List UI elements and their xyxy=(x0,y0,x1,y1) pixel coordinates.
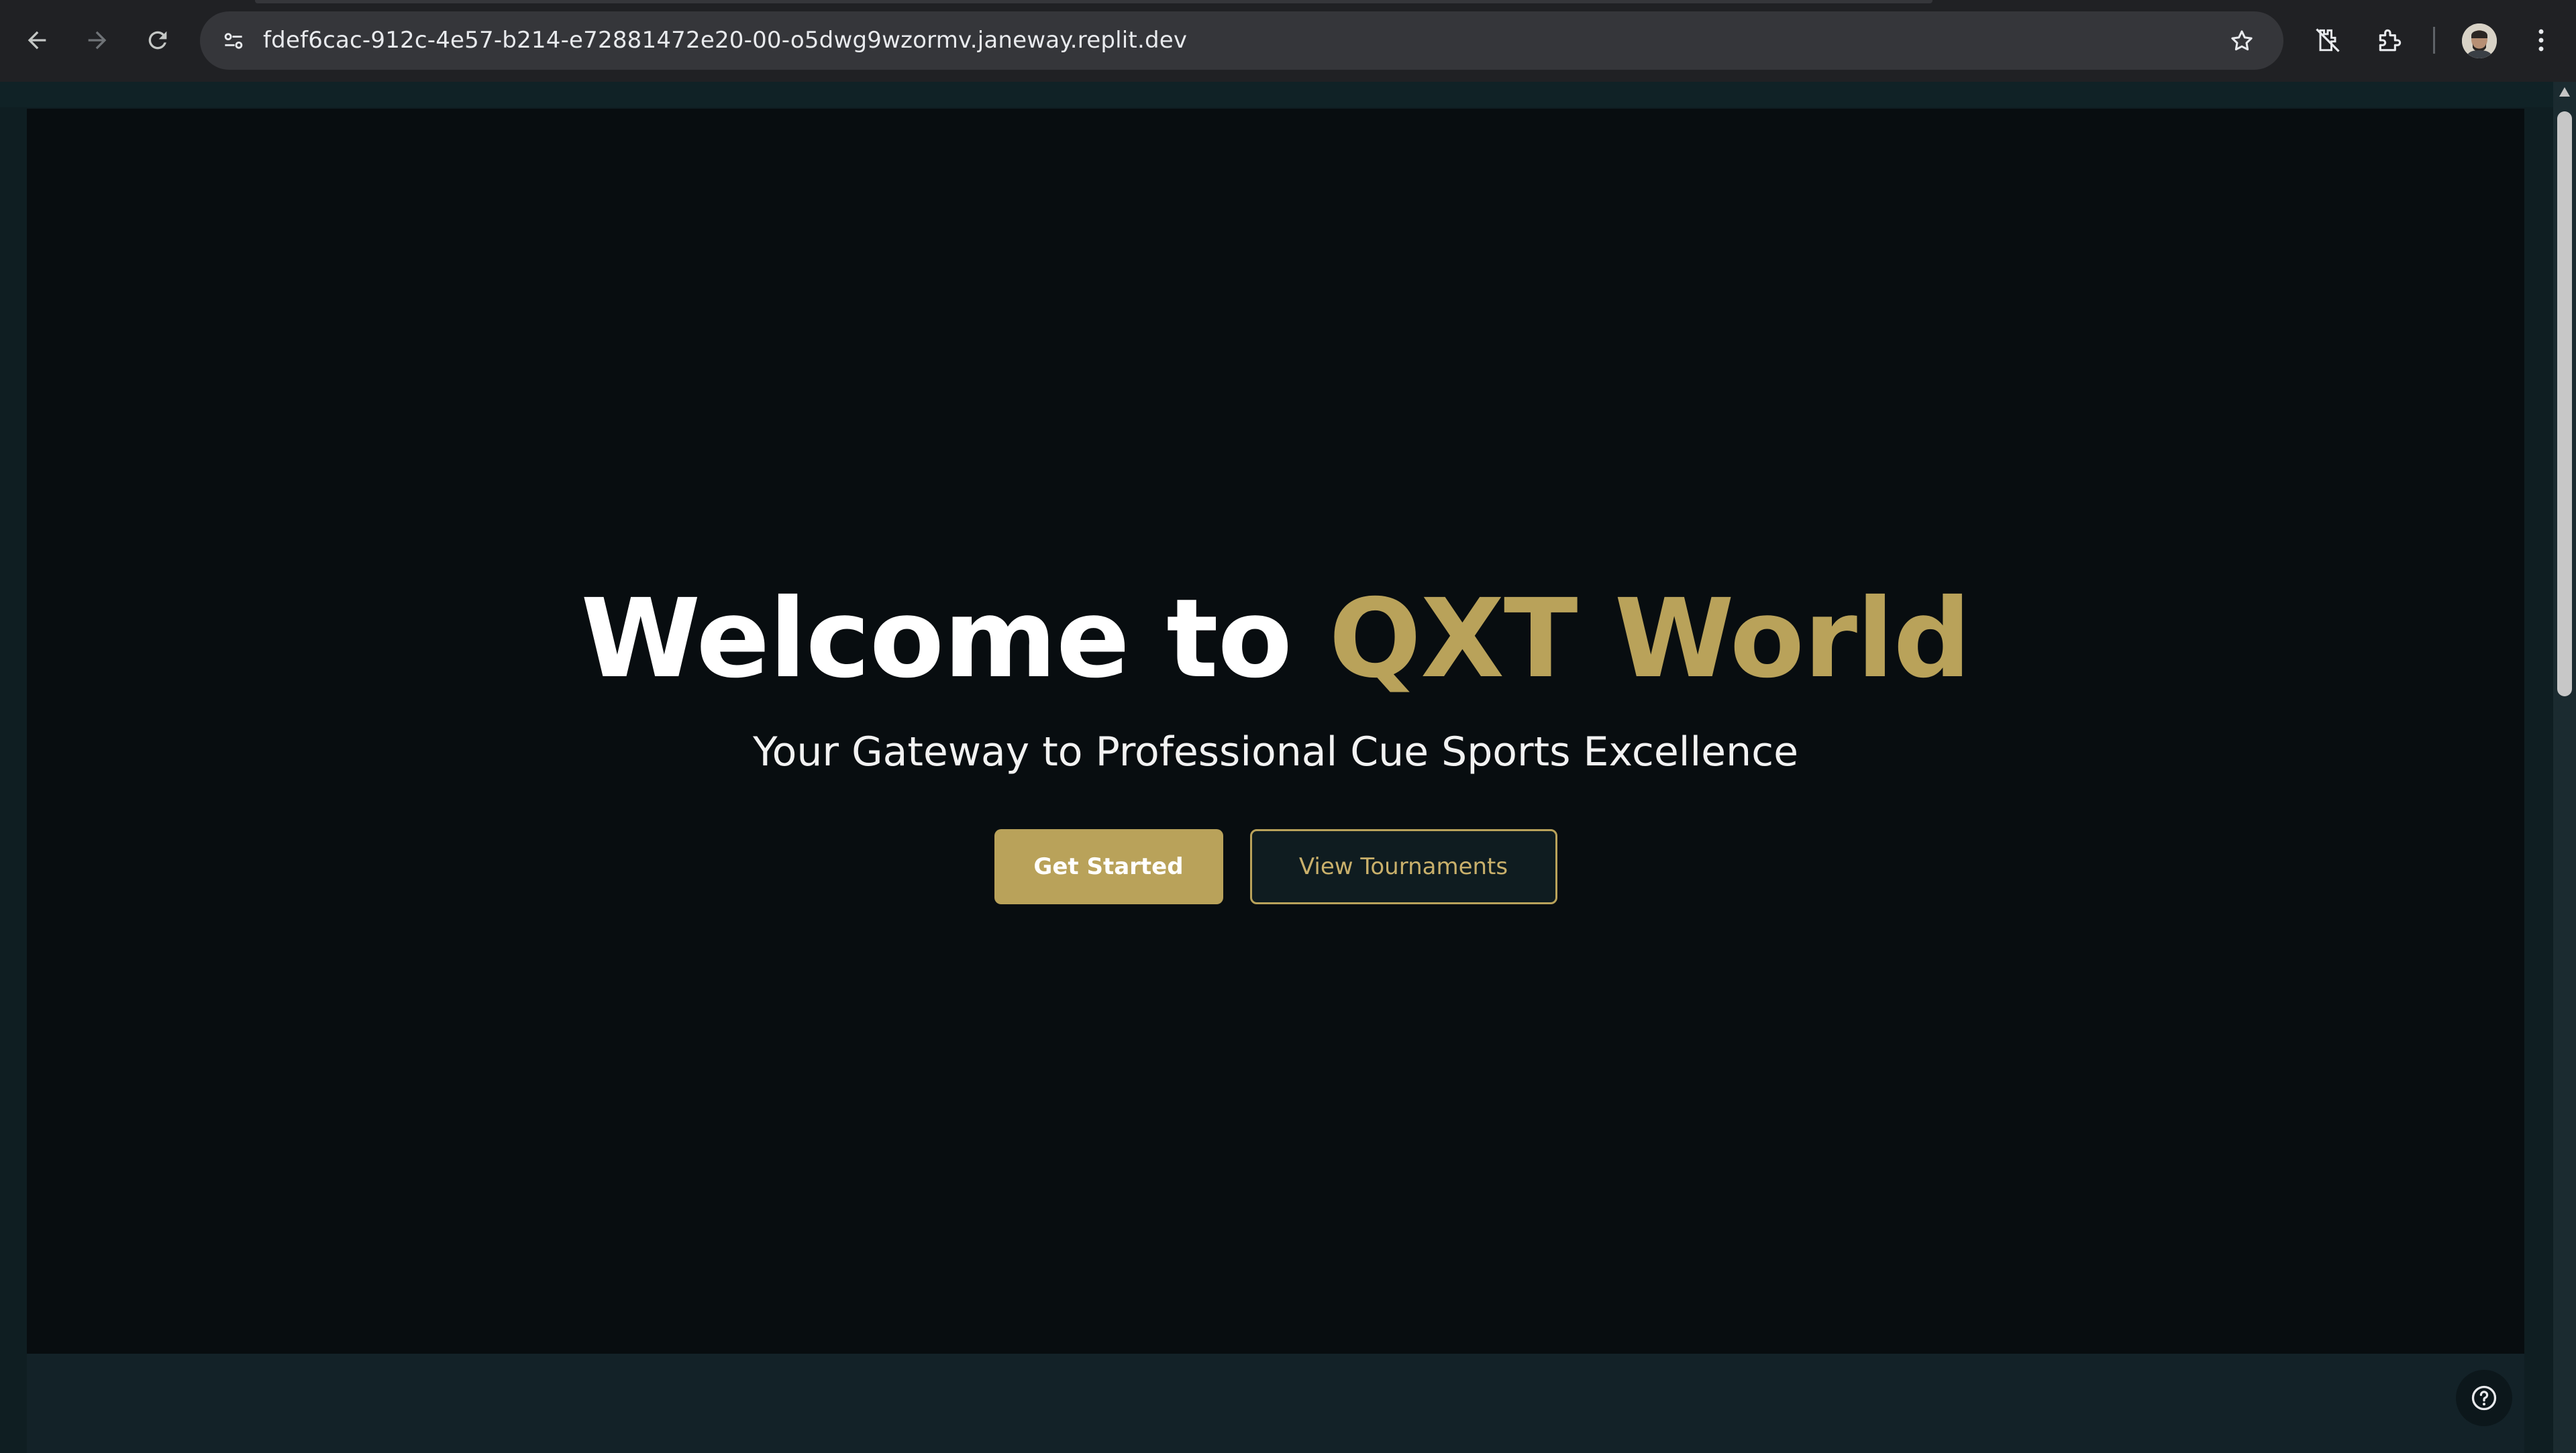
reload-icon xyxy=(148,31,167,50)
forward-arrow-icon xyxy=(88,31,107,50)
bookmark-star-icon xyxy=(2231,30,2253,51)
hero-actions: Get Started View Tournaments xyxy=(994,829,1557,905)
page-viewport: Welcome to QXT World Your Gateway to Pro… xyxy=(0,82,2553,1453)
hero-subtitle: Your Gateway to Professional Cue Sports … xyxy=(752,729,1798,776)
extension-off-button[interactable] xyxy=(2306,18,2350,62)
kebab-menu-icon xyxy=(2538,29,2544,52)
back-arrow-icon xyxy=(28,31,46,50)
site-info-button[interactable] xyxy=(212,19,255,62)
view-tournaments-button[interactable]: View Tournaments xyxy=(1249,829,1557,905)
hero-title-prefix: Welcome to xyxy=(580,576,1329,702)
help-button[interactable] xyxy=(2456,1370,2512,1426)
profile-avatar[interactable] xyxy=(2462,23,2497,58)
url-text[interactable]: fdef6cac-912c-4e57-b214-e72881472e20-00-… xyxy=(263,11,1187,70)
get-started-button[interactable]: Get Started xyxy=(994,829,1223,905)
scroll-up-arrow-icon[interactable] xyxy=(2559,87,2570,97)
vertical-scrollbar[interactable] xyxy=(2553,82,2576,1453)
avatar-face-icon xyxy=(2462,23,2497,58)
extensions-button[interactable] xyxy=(2368,18,2412,62)
bookmark-button[interactable] xyxy=(2220,19,2263,62)
reload-button[interactable] xyxy=(136,18,180,62)
hero-title-brand: QXT World xyxy=(1329,576,1971,702)
browser-menu-button[interactable] xyxy=(2519,18,2563,62)
hero-section: Welcome to QXT World Your Gateway to Pro… xyxy=(27,109,2524,1354)
forward-button[interactable] xyxy=(75,18,119,62)
browser-toolbar: fdef6cac-912c-4e57-b214-e72881472e20-00-… xyxy=(0,0,2576,82)
scroll-thumb[interactable] xyxy=(2557,111,2572,696)
address-bar[interactable]: fdef6cac-912c-4e57-b214-e72881472e20-00-… xyxy=(200,11,2283,70)
active-tab-edge xyxy=(255,0,1933,3)
page-top-strip xyxy=(0,82,2553,107)
site-settings-icon xyxy=(224,33,243,49)
toolbar-divider xyxy=(2433,27,2435,54)
hero-title: Welcome to QXT World xyxy=(581,582,1971,696)
back-button[interactable] xyxy=(15,18,59,62)
next-section-band xyxy=(27,1354,2524,1453)
extension-off-icon xyxy=(2316,28,2340,52)
extensions-puzzle-icon xyxy=(2379,29,2402,52)
question-circle-icon xyxy=(2471,1385,2497,1411)
